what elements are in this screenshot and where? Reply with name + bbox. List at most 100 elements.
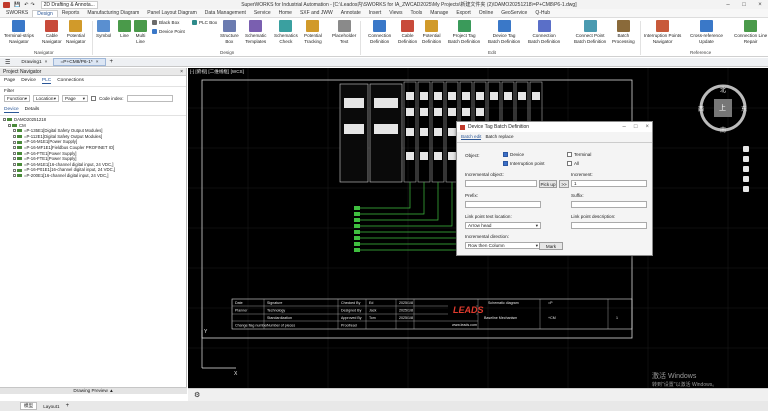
tab-details[interactable]: Details [25, 107, 40, 113]
symbol-button[interactable]: Symbol [96, 20, 111, 39]
interruption-points-navigator-button[interactable]: Interruption Points Navigator [644, 20, 681, 44]
add-layout-icon[interactable]: + [66, 403, 70, 409]
ribbon-tab-q-hub[interactable]: Q-Hub [531, 10, 554, 16]
tab-page[interactable]: Page [4, 78, 15, 84]
ribbon-tab-home[interactable]: Home [275, 10, 296, 16]
tab-layout1[interactable]: Layout1 [43, 404, 59, 409]
suffix-input[interactable] [571, 201, 647, 208]
connect-point-batch-definition-button[interactable]: Connect Point Batch Definition [574, 20, 606, 44]
connection-batch-definition-button[interactable]: Connection Batch Definition [528, 20, 560, 44]
ribbon-tab-sxf-and-jww[interactable]: SXF and JWW [296, 10, 337, 16]
nav-north[interactable]: 北 [720, 85, 726, 94]
cable-navigator-button[interactable]: Cable Navigator [42, 20, 62, 44]
expand-icon[interactable] [13, 140, 16, 144]
minimize-icon[interactable]: – [720, 2, 736, 8]
device-tag-batch-definition-button[interactable]: Device Tag Batch Definition [488, 20, 520, 44]
placeholder-text-button[interactable]: Placeholder Text [332, 20, 356, 44]
ribbon-tab-annotate[interactable]: Annotate [337, 10, 365, 16]
ribbon-tab-online[interactable]: Online [475, 10, 497, 16]
tab-batch-edit[interactable]: Batch edit [461, 134, 482, 140]
ribbon-tab-geoservice[interactable]: GeoService [497, 10, 531, 16]
maximize-icon[interactable]: □ [736, 2, 752, 8]
ribbon-tab-service[interactable]: Service [250, 10, 275, 16]
location-filter[interactable]: Location ▾ [33, 95, 59, 102]
potential-navigator-button[interactable]: Potential Navigator [66, 20, 86, 44]
terminal-checkbox[interactable]: Terminal [567, 152, 591, 157]
tab-connections[interactable]: Connections [57, 78, 84, 84]
close-icon[interactable]: × [96, 60, 99, 65]
prefix-input[interactable] [465, 201, 541, 208]
expand-icon[interactable] [13, 146, 16, 150]
structure-box-button[interactable]: Structure Box [220, 20, 239, 44]
transfer-button[interactable]: >> [559, 180, 569, 188]
close-icon[interactable]: × [45, 60, 48, 65]
ribbon-tab-design[interactable]: Design [32, 9, 58, 17]
maximize-icon[interactable]: □ [634, 124, 638, 130]
connection-definition-button[interactable]: Connection Definition [368, 20, 391, 44]
nav-top-face[interactable]: 上 [719, 103, 726, 113]
function-filter[interactable]: Function ▾ [4, 95, 30, 102]
tab-model[interactable]: 模型 [20, 402, 38, 410]
close-icon[interactable]: × [180, 69, 183, 75]
batch-processing-button[interactable]: Batch Processing [612, 20, 635, 44]
settings-icon[interactable]: ⚙ [194, 391, 200, 399]
drawing-preview-toggle[interactable]: Drawing Preview ▲ [0, 387, 187, 394]
ribbon-tab-views[interactable]: Views [385, 10, 406, 16]
expand-icon[interactable] [13, 174, 16, 178]
device-checkbox[interactable]: Device [503, 152, 524, 157]
expand-icon[interactable] [8, 123, 11, 127]
tab-device[interactable]: Device [21, 78, 36, 84]
viewport-label[interactable]: [-] [俯视] [二维线框] [WCS] [190, 69, 244, 75]
ribbon-tab-reports[interactable]: Reports [58, 10, 84, 16]
schematics-check-button[interactable]: Schematics Check [274, 20, 298, 44]
potential-definition-button[interactable]: Potential Definition [422, 20, 441, 44]
incremental-object-input[interactable] [465, 180, 537, 187]
expand-icon[interactable] [13, 157, 16, 161]
nav-east[interactable]: 东 [741, 104, 747, 113]
black-box-button[interactable]: Black Box [152, 20, 179, 25]
ribbon-tab-insert[interactable]: Insert [365, 10, 386, 16]
expand-icon[interactable] [3, 118, 6, 122]
add-tab-icon[interactable]: + [106, 59, 118, 65]
line-button[interactable]: Line [118, 20, 131, 39]
cable-definition-button[interactable]: Cable Definition [398, 20, 417, 44]
right-toolbar[interactable] [743, 146, 749, 192]
checkbox[interactable] [91, 96, 96, 101]
ribbon-tab-manufacturing-diagram[interactable]: Manufacturing Diagram [83, 10, 143, 16]
ribbon-tab-data-management[interactable]: Data Management [201, 10, 250, 16]
tab-device-sub[interactable]: Device [4, 107, 19, 113]
project-tag-batch-definition-button[interactable]: Project Tag Batch Definition [448, 20, 480, 44]
save-icon[interactable]: 💾 [14, 2, 20, 8]
cross-reference-update-button[interactable]: Cross-reference Update [690, 20, 723, 44]
view-cube[interactable]: 北 南 西 东 上 [694, 79, 752, 137]
ribbon-tab-tools[interactable]: Tools [407, 10, 427, 16]
workspace-dropdown[interactable]: 2D Drafting & Annota... [40, 0, 98, 9]
all-checkbox[interactable]: All [567, 161, 579, 166]
tree-node[interactable]: =P-200E1[16-channel digital input, 24 VD… [3, 173, 183, 179]
link-point-description-input[interactable] [571, 222, 647, 229]
ribbon-tab-sworks[interactable]: SWORKS [2, 10, 32, 16]
incremental-direction-select[interactable]: Row then Column ▾ [465, 242, 541, 249]
ribbon-tab-export[interactable]: Export [452, 10, 474, 16]
nav-west[interactable]: 西 [698, 104, 704, 113]
device-point-button[interactable]: Device Point [152, 29, 185, 34]
minimize-icon[interactable]: – [623, 124, 626, 130]
plc-box-button[interactable]: PLC Box [192, 20, 217, 25]
redo-icon[interactable]: ↷ [30, 2, 34, 8]
page-filter[interactable]: Page ▾ [62, 95, 88, 102]
link-point-text-location-select[interactable]: Arrow head ▾ [465, 222, 541, 229]
expand-icon[interactable] [13, 151, 16, 155]
schematic-templates-button[interactable]: Schematic Templates [245, 20, 266, 44]
interruption-point-checkbox[interactable]: Interruption point [503, 161, 544, 166]
expand-icon[interactable] [13, 168, 16, 172]
connection-line-repair-button[interactable]: Connection Line Repair [734, 20, 767, 44]
expand-icon[interactable] [13, 129, 16, 133]
expand-icon[interactable] [13, 163, 16, 167]
tab-plc[interactable]: PLC [41, 78, 52, 84]
expand-icon[interactable] [13, 135, 16, 139]
ribbon-tab-manage[interactable]: Manage [426, 10, 452, 16]
tab-batch-replace[interactable]: Batch replace [485, 134, 513, 140]
close-icon[interactable]: × [645, 124, 649, 130]
terminal-strips-navigator-button[interactable]: Terminal-strips Navigator [4, 20, 34, 44]
close-icon[interactable]: × [752, 2, 768, 8]
